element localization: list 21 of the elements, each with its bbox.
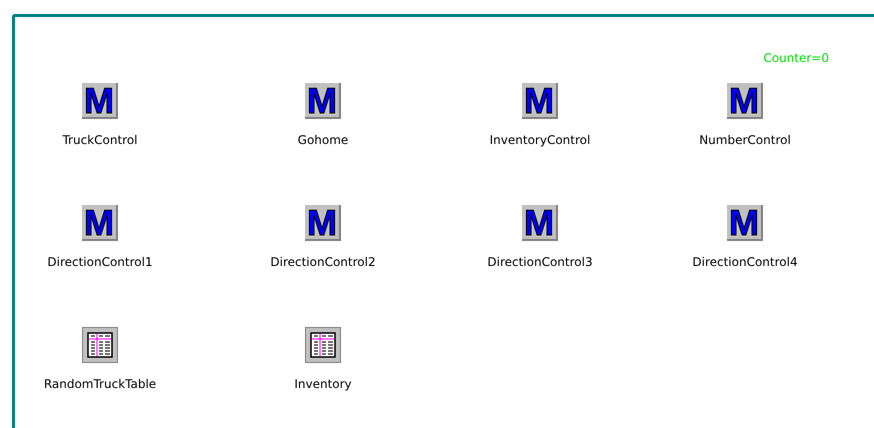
item-label: NumberControl <box>699 133 791 147</box>
module-icon[interactable]: M <box>305 83 341 119</box>
module-icon[interactable]: M <box>82 83 118 119</box>
module-icon[interactable]: M <box>522 83 558 119</box>
item-label: Gohome <box>298 133 348 147</box>
counter-label: Counter=0 <box>763 51 829 67</box>
item-label: TruckControl <box>62 133 138 147</box>
item-label: DirectionControl1 <box>47 255 153 269</box>
table-icon[interactable] <box>305 327 341 363</box>
module-icon[interactable]: M <box>727 205 763 241</box>
item-label: DirectionControl2 <box>270 255 376 269</box>
item-label: DirectionControl3 <box>487 255 593 269</box>
item-label: DirectionControl4 <box>692 255 798 269</box>
module-icon[interactable]: M <box>305 205 341 241</box>
module-icon[interactable]: M <box>727 83 763 119</box>
table-icon[interactable] <box>82 327 118 363</box>
item-label: RandomTruckTable <box>44 377 156 391</box>
module-icon[interactable]: M <box>522 205 558 241</box>
item-label: InventoryControl <box>490 133 590 147</box>
module-icon[interactable]: M <box>82 205 118 241</box>
item-label: Inventory <box>294 377 352 391</box>
